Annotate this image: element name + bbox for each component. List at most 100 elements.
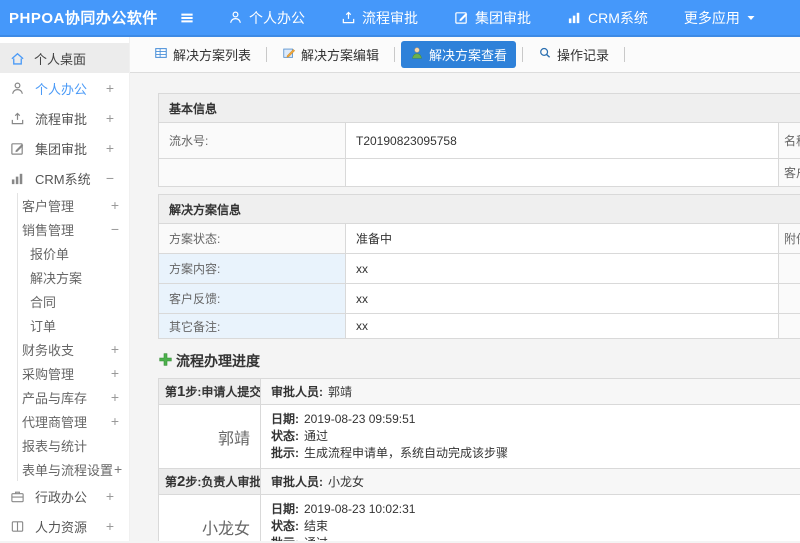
sidebar-item-label: 客户管理 [22, 198, 75, 214]
tab-solution-view[interactable]: 解决方案查看 [401, 41, 517, 68]
sidebar: 个人桌面 个人办公 + 流程审批 + 集团审批 + CRM系统 − 客户管理 +… [0, 37, 130, 541]
tab-separator [266, 47, 268, 62]
group-approval-icon [10, 141, 26, 156]
sidebar-item-contract[interactable]: 合同 [18, 289, 129, 313]
edit-pencil-icon [282, 46, 296, 63]
sidebar-item-solution[interactable]: 解决方案 [18, 265, 129, 289]
magnifier-icon [538, 46, 552, 63]
group-approval-icon [454, 10, 469, 25]
basic-info-table: 基本信息 流水号: T20190823095758 名称 客户 [157, 93, 800, 187]
sidebar-item-group-approval[interactable]: 集团审批 + [0, 133, 129, 163]
sidebar-item-admin-office[interactable]: 行政办公 + [0, 481, 129, 511]
sidebar-item-agent-mgmt[interactable]: 代理商管理 + [18, 409, 129, 433]
detail-status: 状态: 通过 [271, 429, 329, 443]
expand-plus-icon[interactable]: + [111, 197, 119, 213]
step-approver: 审批人员: 郭靖 [260, 378, 800, 405]
sidebar-item-label: CRM系统 [35, 171, 91, 187]
expand-plus-icon[interactable]: + [106, 518, 114, 534]
expand-plus-icon[interactable]: + [111, 341, 119, 357]
tab-label: 解决方案列表 [173, 48, 252, 63]
field-label [158, 158, 346, 187]
nav-label: 流程审批 [362, 9, 418, 26]
step-approver: 审批人员: 小龙女 [260, 468, 800, 495]
field-label: 名称 [777, 122, 800, 159]
top-navigation: 个人办公 流程审批 集团审批 CRM系统 更多应用 [228, 8, 756, 28]
table-row: 其它备注: xx [158, 313, 800, 339]
detail-status: 状态: 结束 [271, 519, 329, 533]
table-row: 第1步:申请人提交申请 审批人员:郭靖 [158, 378, 800, 405]
expand-plus-icon[interactable]: + [111, 389, 119, 405]
table-row: 郭靖 日期: 2019-08-23 09:59:51 状态: 通过 批示: 生成流程申… [158, 404, 800, 469]
step-title: 第2步:负责人审批 [158, 468, 261, 495]
sidebar-item-label: 行政办公 [35, 489, 88, 505]
sidebar-item-sales-mgmt[interactable]: 销售管理 − [18, 217, 129, 241]
sidebar-item-form-flow-settings[interactable]: 表单与流程设置 + [18, 457, 129, 481]
sidebar-item-label: 解决方案 [30, 270, 83, 286]
table-row: 客户 [158, 158, 800, 187]
sidebar-item-label: 个人桌面 [34, 51, 87, 67]
tab-label: 解决方案编辑 [301, 48, 380, 63]
sidebar-item-reports[interactable]: 报表与统计 [18, 433, 129, 457]
field-label [777, 253, 800, 284]
field-label [777, 313, 800, 339]
tab-operation-log[interactable]: 操作记录 [529, 41, 618, 68]
sidebar-item-label: 表单与流程设置 [22, 462, 114, 478]
collapse-minus-icon[interactable]: − [106, 170, 114, 186]
briefcase-icon [10, 489, 26, 504]
field-label: 方案内容: [158, 253, 346, 284]
nav-flow-approval[interactable]: 流程审批 [341, 8, 418, 28]
expand-plus-icon[interactable]: + [106, 80, 114, 96]
nav-group-approval[interactable]: 集团审批 [454, 8, 531, 28]
user-icon [228, 10, 243, 25]
nav-label: 更多应用 [683, 9, 740, 26]
expand-plus-icon[interactable]: + [111, 365, 119, 381]
field-label [777, 283, 800, 314]
sidebar-item-order[interactable]: 订单 [18, 313, 129, 337]
sidebar-item-label: 个人办公 [35, 81, 88, 97]
crm-chart-icon [567, 10, 582, 25]
person-view-icon [410, 46, 424, 63]
sidebar-item-quotation[interactable]: 报价单 [18, 241, 129, 265]
tab-solution-edit[interactable]: 解决方案编辑 [273, 41, 388, 68]
progress-section-header: 流程办理进度 [158, 351, 800, 371]
field-label: 附件 [777, 223, 800, 254]
sidebar-item-hr[interactable]: 人力资源 + [0, 511, 129, 541]
expand-plus-icon[interactable]: + [106, 110, 114, 126]
expand-plus-icon[interactable]: + [106, 140, 114, 156]
list-table-icon [154, 46, 168, 63]
sidebar-item-label: 产品与库存 [22, 390, 88, 406]
nav-more-apps[interactable]: 更多应用 [684, 8, 756, 28]
expand-plus-icon[interactable]: + [114, 461, 122, 477]
top-header-bar: PHPOA协同办公软件 个人办公 流程审批 集团审批 CRM系统 更多应用 [0, 0, 800, 37]
field-value-feedback: xx [345, 283, 779, 314]
collapse-minus-icon[interactable]: − [111, 221, 119, 237]
expand-plus-icon[interactable]: + [111, 413, 119, 429]
sidebar-item-customer-mgmt[interactable]: 客户管理 + [18, 193, 129, 217]
field-label: 客户 [777, 158, 800, 187]
hamburger-menu-icon[interactable] [178, 9, 196, 27]
sidebar-item-purchase[interactable]: 采购管理 + [18, 361, 129, 385]
section-title: 解决方案信息 [157, 194, 800, 224]
expand-plus-icon[interactable]: + [106, 488, 114, 504]
crm-submenu: 客户管理 + 销售管理 − 报价单 解决方案 合同 订单 财务收支 + 采购管理… [17, 193, 129, 481]
sidebar-item-finance[interactable]: 财务收支 + [18, 337, 129, 361]
sidebar-item-desktop[interactable]: 个人桌面 [0, 43, 129, 73]
section-title: 流程办理进度 [176, 353, 260, 369]
sidebar-item-product-stock[interactable]: 产品与库存 + [18, 385, 129, 409]
tab-solution-list[interactable]: 解决方案列表 [145, 41, 260, 68]
sidebar-item-label: 采购管理 [22, 366, 75, 382]
sidebar-item-personal-office[interactable]: 个人办公 + [0, 73, 129, 103]
sidebar-item-flow-approval[interactable]: 流程审批 + [0, 103, 129, 133]
tab-separator [394, 47, 396, 62]
main-area: 解决方案列表 解决方案编辑 解决方案查看 操作记录 基本信息 流水号: T201… [130, 37, 800, 541]
sidebar-item-crm[interactable]: CRM系统 − [0, 163, 129, 193]
progress-table: 第1步:申请人提交申请 审批人员:郭靖 郭靖 日期:2019-08-23 09:… [158, 378, 800, 541]
detail-comment: 批示: 生成流程申请单，系统自动完成该步骤 [271, 446, 509, 460]
nav-personal-office[interactable]: 个人办公 [228, 8, 305, 28]
app-logo[interactable]: PHPOA协同办公软件 [0, 7, 168, 28]
field-value-status: 准备中 [345, 223, 779, 254]
plus-green-icon [158, 352, 173, 370]
nav-crm-system[interactable]: CRM系统 [567, 8, 648, 28]
field-label: 其它备注: [158, 313, 346, 339]
tab-separator [522, 47, 524, 62]
